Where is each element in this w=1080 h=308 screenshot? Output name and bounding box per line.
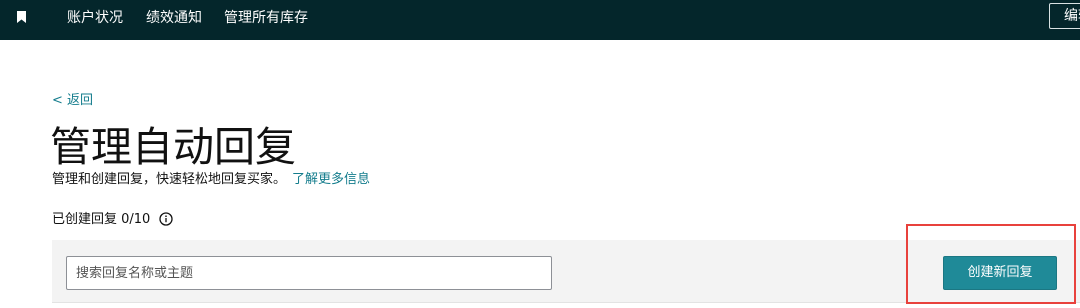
reply-count-label: 已创建回复 0/10 xyxy=(52,212,151,227)
create-new-reply-button[interactable]: 创建新回复 xyxy=(943,256,1057,290)
learn-more-link[interactable]: 了解更多信息 xyxy=(292,172,370,187)
edit-button[interactable]: 编辑 xyxy=(1049,3,1080,29)
reply-count: 已创建回复 0/10 xyxy=(52,211,174,229)
nav-item-performance-notifications[interactable]: 绩效通知 xyxy=(146,8,202,28)
back-link[interactable]: < 返回 xyxy=(52,92,93,110)
subtitle-text: 管理和创建回复，快速轻松地回复买家。 xyxy=(52,172,287,187)
top-navigation-bar: 账户状况 绩效通知 管理所有库存 编辑 xyxy=(0,0,1080,40)
info-icon[interactable] xyxy=(159,212,174,226)
search-input[interactable] xyxy=(66,256,552,290)
bookmark-icon[interactable] xyxy=(17,11,26,23)
nav-item-manage-all-inventory[interactable]: 管理所有库存 xyxy=(224,8,308,28)
nav-item-account-health[interactable]: 账户状况 xyxy=(67,8,123,28)
page-subtitle: 管理和创建回复，快速轻松地回复买家。 了解更多信息 xyxy=(52,171,370,189)
page-title: 管理自动回复 xyxy=(50,123,296,171)
